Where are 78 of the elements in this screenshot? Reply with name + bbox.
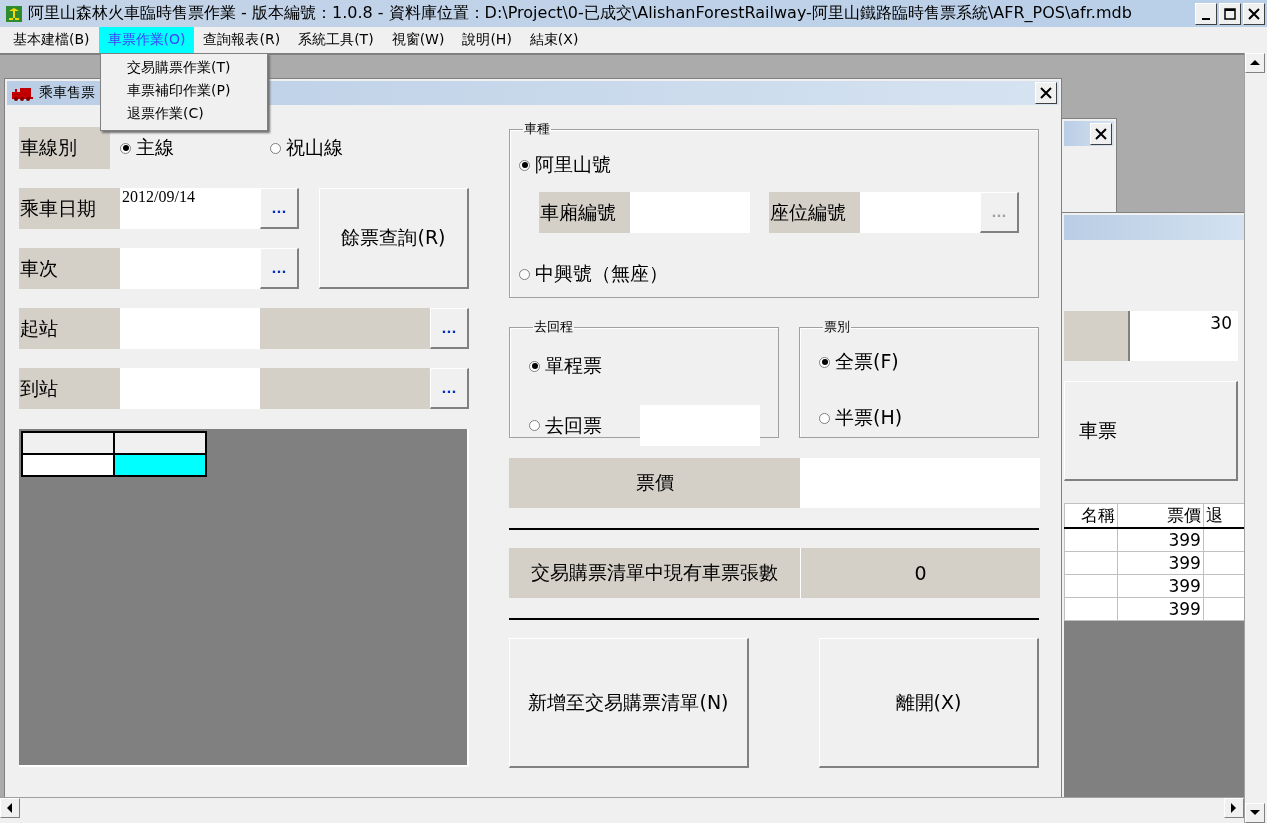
field-label: 車線別 [19,127,110,169]
menu-item[interactable]: 系統工具(T) [289,27,383,53]
window-title: 阿里山森林火車臨時售票作業 - 版本編號：1.0.8 - 資料庫位置：D:\Project\0-已成交\AlishanForestRailway-阿里山鐵路臨時售票系統\AFR_POS\afr.mdb [28,3,1133,24]
close-icon [1094,126,1108,141]
radio-button[interactable]: 全票(F) [819,349,1038,375]
radio-button[interactable]: 祝山線 [270,135,420,161]
window-title: 乘車售票 [39,84,95,102]
column-header[interactable]: 退 [1203,503,1244,528]
browse-button[interactable]: ... [260,188,299,229]
close-icon [1247,6,1261,21]
menu-item[interactable]: 車票作業(O) [98,27,195,53]
field-label: 車次 [19,248,120,289]
table-cell: 399 [1117,551,1204,574]
void-ticket-button[interactable]: 車票 [1064,381,1238,481]
menu-item[interactable]: 結束(X) [520,27,588,53]
menu-entry[interactable]: 交易購票作業(T) [101,57,267,80]
radio-button[interactable]: 半票(H) [819,405,1038,431]
radio-button[interactable]: 阿里山號 [519,152,1038,178]
column-header[interactable]: 名稱 [1064,503,1117,528]
grid-cell[interactable] [22,454,114,476]
close-button[interactable] [1035,82,1057,104]
price-field[interactable] [800,458,1040,508]
scroll-right-button[interactable] [1224,798,1244,818]
minimize-icon [1202,17,1210,20]
table-cell: 399 [1117,597,1204,620]
horizontal-scrollbar[interactable] [0,797,1244,817]
close-icon [1039,86,1053,100]
minimize-button[interactable] [1195,2,1217,25]
input-field[interactable] [120,368,260,409]
menu-item[interactable]: 說明(H) [453,27,521,53]
vertical-scrollbar[interactable] [1244,53,1267,823]
radio-button[interactable]: 單程票 [529,353,778,379]
radio-button[interactable]: 中興號（無座） [519,261,668,287]
column-header[interactable] [22,432,114,454]
input-field[interactable] [860,192,980,233]
scroll-up-button[interactable] [1245,53,1265,73]
input-field[interactable]: 30 [1130,311,1238,361]
close-button[interactable] [1090,122,1112,145]
exit-button[interactable]: 離開(X) [819,638,1039,768]
table-cell: 399 [1117,528,1204,551]
close-button[interactable] [1243,2,1265,25]
radio-button[interactable]: 去回票 [529,412,640,439]
app-icon [6,5,22,22]
scroll-left-button[interactable] [0,798,20,818]
browse-button[interactable]: ... [260,248,299,289]
train-icon [11,85,33,101]
menu-item[interactable]: 視窗(W) [382,27,454,53]
browse-button[interactable]: ... [430,368,469,409]
browse-button[interactable]: ... [430,308,469,349]
menu-item[interactable]: 基本建檔(B) [4,27,99,53]
column-header[interactable] [114,432,206,454]
group-title: 票別 [823,318,851,336]
add-to-list-button[interactable]: 新增至交易購票清單(N) [509,638,749,768]
input-field[interactable] [640,405,760,446]
field-label: 票價 [509,458,800,508]
menu-entry[interactable]: 退票作業(C) [101,103,267,126]
field-label: 起站 [19,308,120,349]
ticket-count: 0 [800,548,1040,598]
input-field[interactable] [630,192,750,233]
field-label: 交易購票清單中現有車票張數 [509,548,800,598]
maximize-icon [1223,6,1237,21]
field-label: 車廂編號 [539,192,630,233]
group-title: 車種 [523,120,551,138]
field-label: 到站 [19,368,120,409]
field-label: 座位編號 [769,192,860,233]
input-field[interactable] [120,248,260,289]
table-cell: 399 [1117,574,1204,597]
group-title: 去回程 [533,318,574,336]
radio-button[interactable]: 主線 [120,135,270,161]
date-field[interactable]: 2012/09/14 [120,188,260,229]
menu-item[interactable]: 查詢報表(R) [194,27,290,53]
maximize-button[interactable] [1219,2,1241,25]
menu-entry[interactable]: 車票補印作業(P) [101,80,267,103]
column-header[interactable]: 票價 [1117,503,1204,528]
query-button[interactable]: 餘票查詢(R) [319,188,469,289]
scroll-down-button[interactable] [1245,803,1265,823]
input-field[interactable] [120,308,260,349]
field-label: 乘車日期 [19,188,120,229]
